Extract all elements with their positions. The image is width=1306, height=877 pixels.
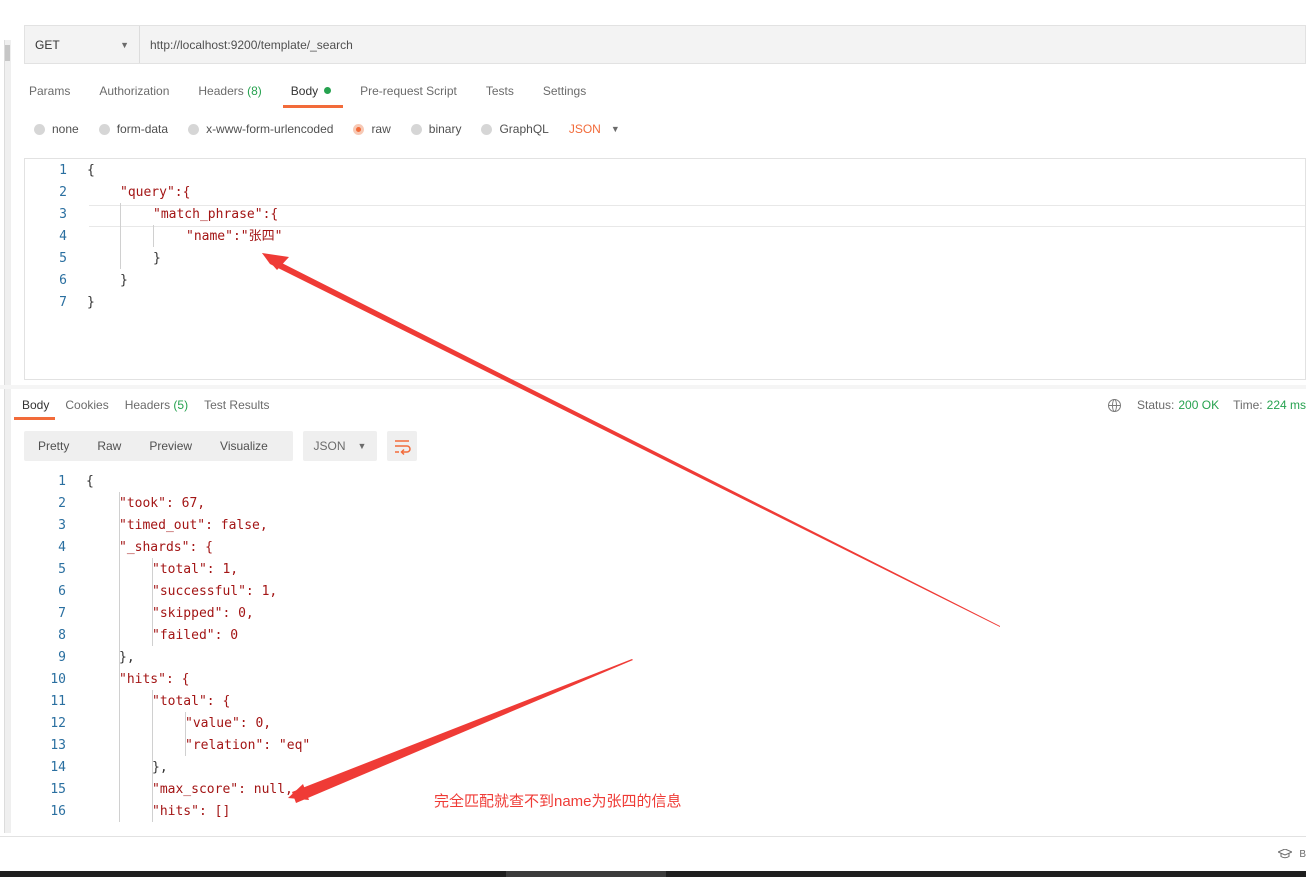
annotation-text: 完全匹配就查不到name为张四的信息 bbox=[434, 793, 682, 810]
arrow-shaft-upper bbox=[262, 253, 1000, 627]
status-bar: B bbox=[0, 836, 1306, 872]
arrowhead-lower bbox=[288, 784, 309, 800]
os-taskbar bbox=[0, 871, 1306, 877]
annotation-arrows bbox=[262, 253, 1000, 803]
graduation-cap-icon[interactable] bbox=[1278, 849, 1292, 859]
status-bar-glyph: B bbox=[1299, 849, 1306, 860]
arrow-shaft-lower bbox=[292, 659, 633, 803]
taskbar-active-item[interactable] bbox=[506, 871, 666, 877]
